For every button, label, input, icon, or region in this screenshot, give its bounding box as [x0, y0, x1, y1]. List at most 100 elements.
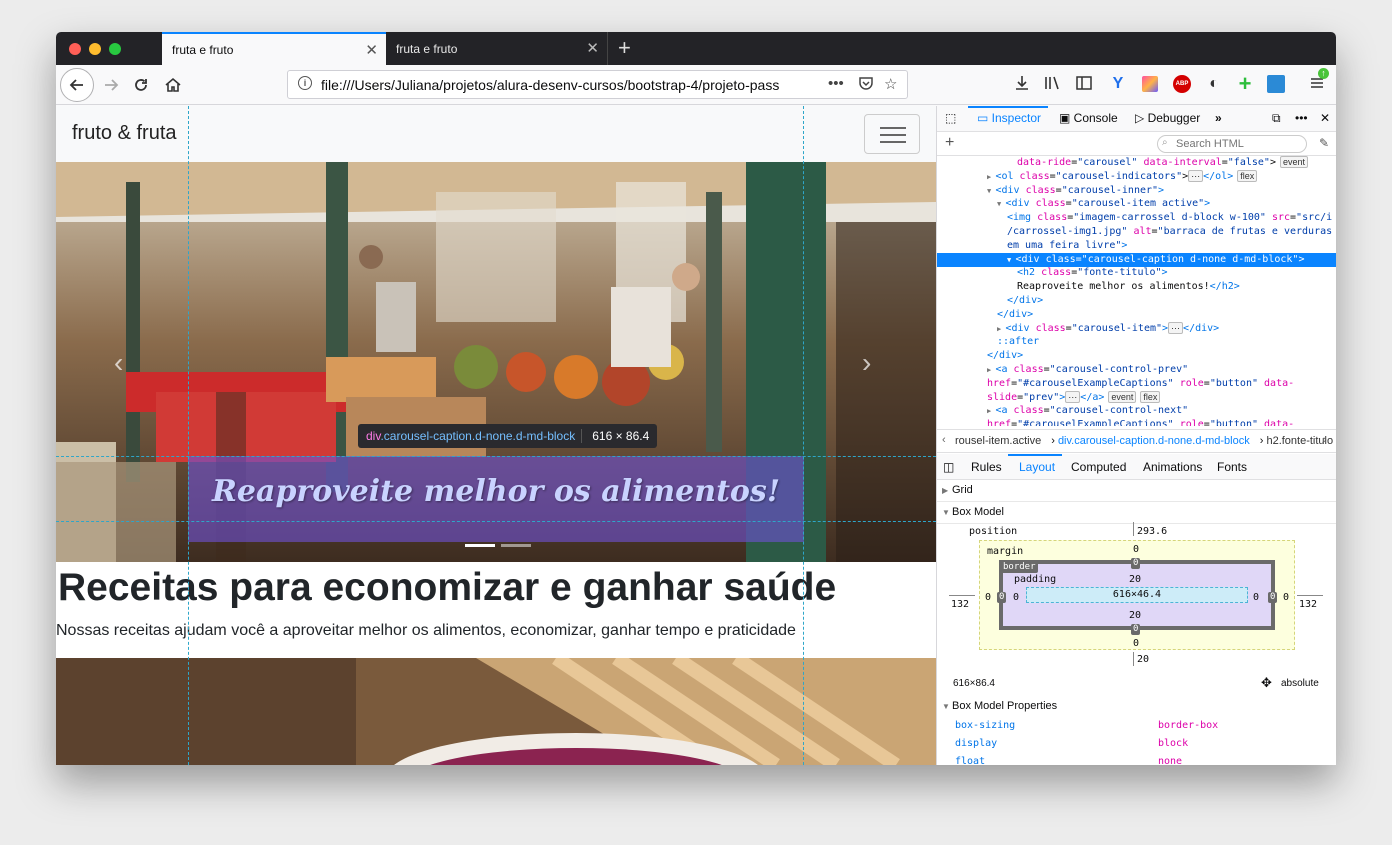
tab-layout[interactable]: Layout — [1019, 460, 1055, 474]
event-badge[interactable]: event — [1108, 390, 1137, 403]
position-right-value[interactable]: 132 — [1299, 599, 1317, 610]
close-tab-icon[interactable]: ✕ — [586, 39, 599, 57]
minimize-window-button[interactable] — [89, 43, 101, 55]
markup-line[interactable]: em uma feira livre"> — [937, 239, 1336, 253]
margin-top-value[interactable]: 0 — [1133, 544, 1139, 555]
tab-fruta-e-fruto-active[interactable]: fruta e fruto ✕ — [162, 32, 386, 65]
navbar-toggler-button[interactable] — [864, 114, 920, 154]
dock-toggle-icon[interactable]: ⧉ — [1272, 111, 1281, 126]
close-window-button[interactable] — [69, 43, 81, 55]
padding-right-value[interactable]: 0 — [1253, 592, 1259, 603]
new-tab-button[interactable]: + — [618, 35, 631, 61]
border-right-value[interactable]: 0 — [1268, 592, 1278, 603]
reload-button[interactable] — [126, 70, 156, 100]
markup-line[interactable]: href="#carouselExampleCaptions" role="bu… — [937, 418, 1336, 426]
flex-badge[interactable]: flex — [1140, 390, 1161, 403]
box-model-props-header[interactable]: ▼ Box Model Properties — [937, 696, 1336, 718]
downloads-icon[interactable] — [1012, 74, 1032, 94]
carousel-indicators[interactable] — [462, 534, 534, 552]
content-size[interactable]: 616×46.4 — [1113, 589, 1161, 600]
toggle-sidebar-icon[interactable]: ◫ — [943, 460, 954, 474]
box-model-section-header[interactable]: ▼ Box Model — [937, 502, 1336, 524]
tab-inspector[interactable]: ▭ Inspector — [977, 111, 1041, 125]
padding-top-value[interactable]: 20 — [1129, 574, 1141, 585]
markup-line[interactable]: slide="prev"> ⋯ </a> event flex — [937, 390, 1336, 405]
markup-line[interactable]: data-ride="carousel" data-interval="fals… — [937, 156, 1336, 170]
carousel-next-icon[interactable]: › — [862, 347, 871, 379]
tab-animations[interactable]: Animations — [1143, 460, 1202, 474]
collapsed-content-badge[interactable]: ⋯ — [1168, 321, 1184, 334]
bookmark-star-icon[interactable]: ☆ — [884, 75, 897, 93]
plus-extension-icon[interactable]: + — [1235, 73, 1255, 95]
search-html-input[interactable] — [1157, 135, 1307, 153]
markup-line[interactable]: ▶ <a class="carousel-control-next" — [937, 404, 1336, 418]
markup-line[interactable]: href="#carouselExampleCaptions" role="bu… — [937, 377, 1336, 391]
tab-console[interactable]: ▣ Console — [1059, 111, 1118, 125]
breadcrumb-item[interactable]: rousel-item.active — [955, 435, 1041, 447]
collapsed-content-badge[interactable]: ⋯ — [1188, 169, 1204, 182]
home-button[interactable] — [158, 70, 188, 100]
markup-line[interactable]: </div> — [937, 349, 1336, 363]
markup-line[interactable]: ▶ <a class="carousel-control-prev" — [937, 363, 1336, 377]
position-top-value[interactable]: 293.6 — [1137, 526, 1167, 537]
margin-bottom-value[interactable]: 0 — [1133, 638, 1139, 649]
markup-line[interactable]: </div> — [937, 294, 1336, 308]
adblock-plus-icon[interactable]: ABP — [1172, 74, 1192, 94]
sidebar-icon[interactable] — [1074, 74, 1094, 94]
color-picker-icon[interactable] — [1140, 74, 1160, 94]
close-tab-icon[interactable]: ✕ — [365, 41, 378, 59]
border-top-value[interactable]: 0 — [1131, 558, 1141, 569]
element-picker-icon[interactable]: ⬚ — [945, 111, 956, 125]
border-bottom-value[interactable]: 0 — [1131, 624, 1141, 635]
vue-devtools-icon[interactable]: Y — [1108, 74, 1128, 94]
markup-line[interactable]: <img class="imagem-carrossel d-block w-1… — [937, 211, 1336, 225]
markup-line[interactable]: /carrossel-img1.jpg" alt="barraca de fru… — [937, 225, 1336, 239]
forward-button[interactable] — [96, 70, 126, 100]
markup-line-selected[interactable]: ▼ <div class="carousel-caption d-none d-… — [937, 252, 1336, 267]
markup-line[interactable]: ▼ <div class="carousel-item active"> — [937, 197, 1336, 211]
carousel-indicator[interactable] — [501, 544, 531, 547]
tab-fruta-e-fruto[interactable]: fruta e fruto ✕ — [386, 32, 608, 65]
breadcrumb-prev-icon[interactable]: ‹ — [942, 434, 946, 446]
breadcrumb-item-current[interactable]: div.carousel-caption.d-none.d-md-block — [1058, 435, 1250, 447]
library-icon[interactable] — [1042, 74, 1062, 94]
breadcrumb-next-icon[interactable]: › — [1323, 434, 1327, 446]
tab-debugger[interactable]: ▷ Debugger — [1135, 111, 1200, 125]
tab-rules[interactable]: Rules — [971, 460, 1002, 474]
screenshot-extension-icon[interactable] — [1266, 74, 1286, 94]
url-bar[interactable]: i file:///Users/Juliana/projetos/alura-d… — [287, 70, 908, 99]
zoom-window-button[interactable] — [109, 43, 121, 55]
position-bottom-value[interactable]: 20 — [1137, 654, 1149, 665]
markup-line[interactable]: ▶ <ol class="carousel-indicators"> ⋯ </ol>… — [937, 169, 1336, 184]
eyedropper-icon[interactable]: ✎ — [1319, 136, 1329, 150]
back-button[interactable] — [60, 68, 94, 102]
tab-fonts[interactable]: Fonts — [1217, 460, 1247, 474]
collapsed-content-badge[interactable]: ⋯ — [1065, 390, 1081, 403]
markup-line[interactable]: ▼ <div class="carousel-inner"> — [937, 184, 1336, 198]
event-badge[interactable]: event — [1279, 156, 1308, 168]
carousel-prev-icon[interactable]: ‹ — [114, 347, 123, 379]
tab-computed[interactable]: Computed — [1071, 460, 1126, 474]
carousel-indicator[interactable] — [465, 544, 495, 547]
flex-badge[interactable]: flex — [1237, 169, 1258, 182]
more-tabs-icon[interactable]: » — [1215, 111, 1222, 125]
markup-line[interactable]: ::after — [937, 335, 1336, 349]
site-info-icon[interactable]: i — [298, 76, 312, 90]
add-node-icon[interactable]: + — [945, 134, 954, 152]
padding-bottom-value[interactable]: 20 — [1129, 610, 1141, 621]
pocket-icon[interactable] — [858, 75, 874, 95]
site-brand[interactable]: fruto & fruta — [72, 122, 177, 145]
markup-line[interactable]: ▶ <div class="carousel-item"> ⋯ </div> — [937, 321, 1336, 336]
padding-left-value[interactable]: 0 — [1013, 592, 1019, 603]
markup-line[interactable]: </div> — [937, 308, 1336, 322]
url-text[interactable]: file:///Users/Juliana/projetos/alura-des… — [321, 77, 796, 93]
markup-line[interactable]: <h2 class="fonte-titulo"> — [937, 266, 1336, 280]
position-left-value[interactable]: 132 — [951, 599, 969, 610]
grid-section-header[interactable]: ▶ Grid — [937, 480, 1336, 502]
markup-line[interactable]: Reaproveite melhor os alimentos!</h2> — [937, 280, 1336, 294]
circle-extension-icon[interactable]: ◐ — [1204, 74, 1224, 94]
page-actions-icon[interactable]: ••• — [828, 75, 844, 92]
options-menu-icon[interactable]: ••• — [1295, 111, 1308, 125]
margin-left-value[interactable]: 0 — [985, 592, 991, 603]
border-left-value[interactable]: 0 — [997, 592, 1007, 603]
